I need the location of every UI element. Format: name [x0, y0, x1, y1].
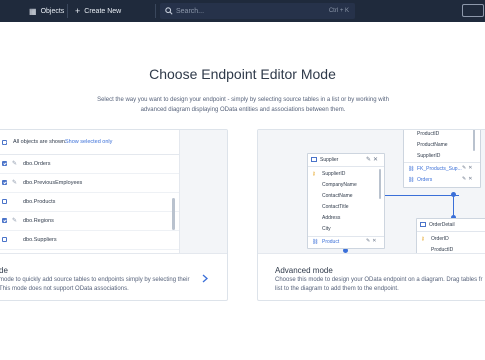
list-mode-title: de	[0, 266, 8, 275]
entity-field: SupplierID	[322, 171, 346, 177]
row-checkbox[interactable]	[2, 218, 7, 223]
entity-scrollbar[interactable]	[379, 169, 381, 199]
table-icon	[420, 222, 426, 227]
entity-nav-field[interactable]: FK_Products_Sup...	[417, 164, 462, 174]
divider	[404, 162, 480, 163]
row-label: dbo.Regions	[23, 218, 54, 224]
entity-scrollbar[interactable]	[473, 130, 475, 151]
table-icon	[311, 157, 317, 162]
entity-orderdetail[interactable]: OrderDetail ⚷ OrderID ProductID	[416, 218, 485, 253]
objects-label: Objects	[40, 7, 65, 15]
list-item[interactable]: ✎ dbo.PreviousEmployees	[0, 173, 179, 193]
pencil-icon[interactable]: ✎	[12, 217, 17, 224]
top-bar: ▦ Objects + Create New Search... Ctrl + …	[0, 0, 485, 22]
list-item[interactable]: dbo.Products	[0, 192, 179, 212]
entity-product[interactable]: ProductID ProductName SupplierID FK_Prod…	[403, 130, 481, 188]
advanced-mode-card[interactable]: ProductID ProductName SupplierID FK_Prod…	[257, 129, 485, 301]
create-new-label: Create New	[84, 7, 122, 15]
row-checkbox[interactable]	[2, 180, 7, 185]
create-new-button[interactable]: + Create New	[75, 0, 121, 22]
list-mode-desc-line1: mode to quickly add source tables to end…	[0, 277, 190, 283]
list-mode-card[interactable]: All objects are shown. Show selected onl…	[0, 129, 228, 301]
entity-name: Supplier	[320, 157, 339, 163]
entity-supplier[interactable]: Supplier ✎✕ SupplierID CompanyName Conta…	[307, 153, 385, 249]
search-input[interactable]: Search... Ctrl + K	[160, 3, 355, 19]
row-checkbox[interactable]	[2, 237, 7, 242]
entity-field: Address	[322, 215, 341, 221]
entity-name: OrderDetail	[429, 222, 455, 228]
advanced-mode-preview: ProductID ProductName SupplierID FK_Prod…	[258, 130, 485, 253]
row-label: dbo.PreviousEmployees	[23, 180, 83, 186]
advanced-mode-desc-line1: Choose this mode to design your OData en…	[275, 277, 483, 283]
link-icon: ⛓	[312, 239, 319, 245]
object-list-panel: All objects are shown. Show selected onl…	[0, 130, 180, 253]
chevron-right-icon[interactable]	[202, 274, 208, 283]
edit-delete-icons[interactable]: ✎✕	[462, 176, 474, 182]
objects-button[interactable]: ▦ Objects	[29, 0, 64, 22]
page-subtitle: Select the way you want to design your e…	[97, 97, 389, 113]
search-icon	[165, 7, 173, 15]
pencil-icon[interactable]: ✎	[12, 160, 17, 167]
search-placeholder: Search...	[176, 7, 205, 15]
entity-field: ContactName	[322, 193, 353, 199]
entity-field: OrderID	[431, 236, 449, 242]
key-icon: ⚷	[421, 236, 425, 242]
row-label: dbo.Suppliers	[23, 237, 57, 243]
grid-icon: ▦	[29, 6, 37, 16]
advanced-mode-description: Choose this mode to design your OData en…	[275, 276, 482, 294]
list-item[interactable]: dbo.Suppliers	[0, 230, 179, 250]
entity-field: SupplierID	[417, 153, 441, 159]
divider	[155, 4, 156, 18]
entity-nav-field[interactable]: Orders	[417, 175, 432, 185]
row-label: dbo.Products	[23, 199, 56, 205]
entity-field: CompanyName	[322, 182, 357, 188]
entity-field: ProductID	[431, 247, 454, 253]
show-selected-link[interactable]: Show selected only	[65, 139, 112, 145]
select-all-checkbox[interactable]	[2, 140, 7, 145]
list-mode-preview: All objects are shown. Show selected onl…	[0, 130, 227, 253]
row-checkbox[interactable]	[2, 199, 7, 204]
list-header-text: All objects are shown.	[13, 139, 67, 145]
link-icon: ⛓	[408, 177, 415, 183]
entity-field: ProductName	[417, 142, 448, 148]
edit-close-icons[interactable]: ✎✕	[366, 156, 380, 163]
entity-field: City	[322, 226, 331, 232]
key-icon: ⚷	[312, 171, 316, 177]
association-endpoint	[451, 192, 456, 197]
pencil-icon[interactable]: ✎	[12, 179, 17, 186]
divider	[308, 236, 384, 237]
search-shortcut: Ctrl + K	[328, 8, 349, 14]
advanced-mode-title: Advanced mode	[275, 266, 333, 275]
entity-nav-field[interactable]: Product	[322, 237, 339, 247]
association-line	[384, 195, 459, 196]
chat-button[interactable]	[462, 4, 484, 17]
edit-delete-icons[interactable]: ✎✕	[366, 238, 378, 244]
list-item[interactable]: ✎ dbo.Orders	[0, 154, 179, 174]
entity-field: ProductID	[417, 131, 440, 137]
link-icon: ⛓	[408, 166, 415, 172]
list-scrollbar[interactable]	[172, 198, 175, 230]
plus-icon: +	[75, 6, 81, 16]
advanced-mode-desc-line2: list to the diagram to add them to the e…	[275, 286, 399, 292]
list-item[interactable]: ✎ dbo.Regions	[0, 211, 179, 231]
list-mode-description: mode to quickly add source tables to end…	[0, 276, 189, 294]
list-header: All objects are shown. Show selected onl…	[0, 130, 179, 155]
divider	[67, 4, 68, 18]
list-mode-desc-line2: This mode does not support OData associa…	[0, 286, 129, 292]
page-title: Choose Endpoint Editor Mode	[149, 66, 336, 82]
entity-header: OrderDetail	[417, 219, 485, 232]
entity-header: Supplier ✎✕	[308, 154, 384, 167]
edit-delete-icons[interactable]: ✎✕	[462, 165, 474, 171]
row-label: dbo.Orders	[23, 161, 51, 167]
row-checkbox[interactable]	[2, 161, 7, 166]
entity-field: ContactTitle	[322, 204, 349, 210]
